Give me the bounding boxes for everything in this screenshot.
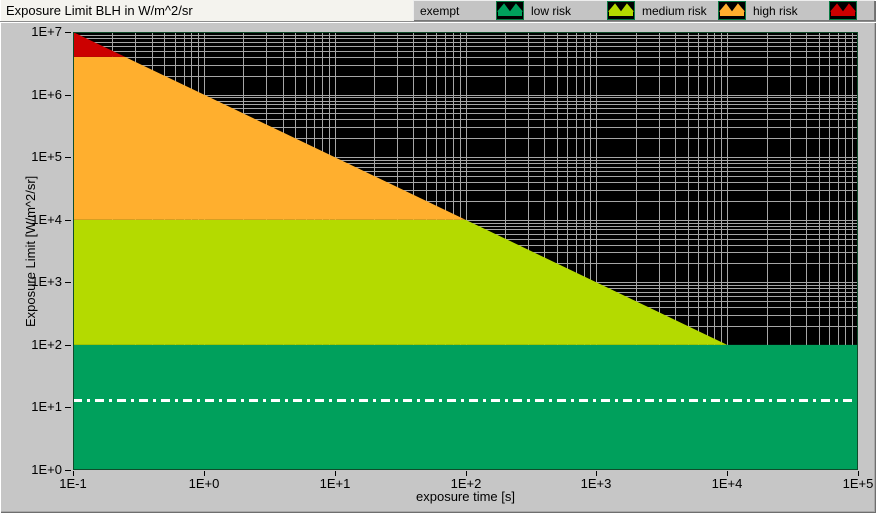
y-tick-mark bbox=[65, 282, 71, 283]
x-tick-label: 1E+5 bbox=[836, 477, 876, 491]
y-tick-label: 1E+5 bbox=[0, 150, 62, 164]
y-tick-label: 1E+4 bbox=[0, 213, 62, 227]
y-tick-mark bbox=[65, 32, 71, 33]
waveform-icon[interactable] bbox=[829, 1, 857, 20]
plot-area[interactable] bbox=[73, 32, 858, 470]
y-tick-mark bbox=[65, 345, 71, 346]
waveform-icon[interactable] bbox=[607, 1, 635, 20]
x-tick-label: 1E+4 bbox=[705, 477, 749, 491]
legend-item-label: high risk bbox=[753, 4, 829, 18]
y-tick-mark bbox=[65, 157, 71, 158]
waveform-icon[interactable] bbox=[718, 1, 746, 20]
y-tick-label: 1E+1 bbox=[0, 400, 62, 414]
graph-title: Exposure Limit BLH in W/m^2/sr bbox=[6, 3, 193, 18]
y-tick-label: 1E+3 bbox=[0, 275, 62, 289]
x-tick-label: 1E+1 bbox=[313, 477, 357, 491]
plot-canvas[interactable] bbox=[73, 32, 858, 470]
legend-item-exempt[interactable]: exempt bbox=[420, 1, 524, 20]
legend-item-label: medium risk bbox=[642, 4, 718, 18]
legend-item-high-risk[interactable]: high risk bbox=[753, 1, 857, 20]
y-tick-mark bbox=[65, 407, 71, 408]
legend-item-label: exempt bbox=[420, 4, 496, 18]
x-tick-label: 1E+2 bbox=[444, 477, 488, 491]
legend-item-low-risk[interactable]: low risk bbox=[531, 1, 635, 20]
labview-front-panel: Exposure Limit BLH in W/m^2/sr exempt low… bbox=[0, 0, 876, 513]
waveform-icon[interactable] bbox=[496, 1, 524, 20]
legend-item-label: low risk bbox=[531, 4, 607, 18]
y-tick-label: 1E+0 bbox=[0, 463, 62, 477]
legend-item-medium-risk[interactable]: medium risk bbox=[642, 1, 746, 20]
y-tick-mark bbox=[65, 95, 71, 96]
y-tick-label: 1E+7 bbox=[0, 25, 62, 39]
y-tick-label: 1E+2 bbox=[0, 338, 62, 352]
x-tick-label: 1E+3 bbox=[574, 477, 618, 491]
x-tick-label: 1E+0 bbox=[182, 477, 226, 491]
plot-legend: exempt low risk medium risk high risk bbox=[413, 0, 875, 21]
y-tick-mark bbox=[65, 470, 71, 471]
header-divider-highlight bbox=[0, 22, 876, 23]
region-exempt bbox=[73, 345, 858, 470]
x-axis-title: exposure time [s] bbox=[73, 489, 858, 504]
x-tick-label: 1E-1 bbox=[51, 477, 95, 491]
y-tick-label: 1E+6 bbox=[0, 88, 62, 102]
y-tick-mark bbox=[65, 220, 71, 221]
